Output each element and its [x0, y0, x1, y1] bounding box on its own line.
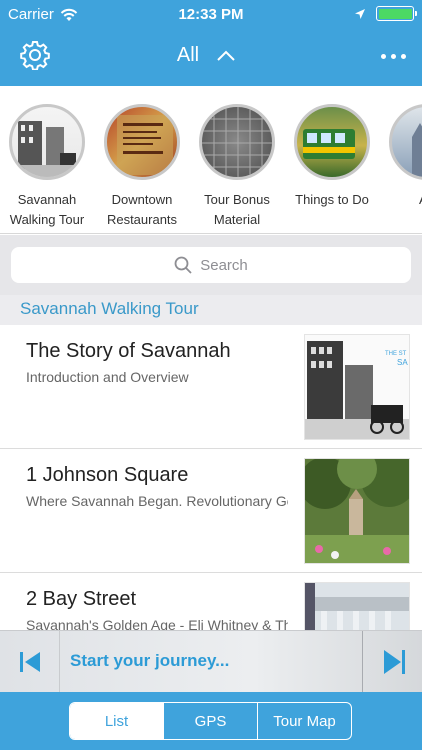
audio-player-bar: Start your journey...	[0, 630, 422, 693]
segment-tour-map[interactable]: Tour Map	[258, 703, 351, 739]
category-item[interactable]: Ab	[379, 104, 422, 210]
skip-back-icon	[20, 652, 40, 672]
list-item[interactable]: 1 Johnson Square Where Savannah Began. R…	[0, 449, 422, 573]
battery-level	[378, 8, 412, 19]
item-subtitle: Introduction and Overview	[26, 369, 189, 385]
next-button[interactable]	[362, 631, 422, 693]
search-placeholder: Search	[200, 256, 248, 274]
category-thumbnail	[389, 104, 422, 180]
top-bar: Carrier 12:33 PM All	[0, 0, 422, 86]
category-thumbnail	[104, 104, 180, 180]
nav-bar: All	[0, 36, 422, 76]
category-item[interactable]: Savannah Walking Tour	[0, 104, 95, 230]
item-title: 1 Johnson Square	[26, 464, 189, 486]
status-right	[354, 6, 417, 21]
battery-icon	[376, 6, 417, 21]
category-thumbnail	[294, 104, 370, 180]
category-item[interactable]: Tour Bonus Material	[189, 104, 285, 230]
category-thumbnail	[9, 104, 85, 180]
segment-list[interactable]: List	[70, 703, 164, 739]
search-input[interactable]: Search	[11, 247, 411, 283]
svg-text:SA: SA	[397, 358, 408, 367]
nav-title-button[interactable]: All	[0, 44, 422, 67]
category-carousel[interactable]: Savannah Walking Tour Downtown Restauran…	[0, 86, 422, 234]
skip-forward-icon	[384, 650, 405, 674]
segment-gps[interactable]: GPS	[164, 703, 258, 739]
location-arrow-icon	[355, 8, 365, 19]
list-item[interactable]: The Story of Savannah Introduction and O…	[0, 325, 422, 449]
category-item[interactable]: Things to Do	[284, 104, 380, 210]
category-thumbnail	[199, 104, 275, 180]
item-thumbnail	[304, 458, 410, 564]
category-label: Savannah Walking Tour	[9, 192, 85, 227]
bottom-bar: List GPS Tour Map	[0, 692, 422, 750]
previous-button[interactable]	[0, 631, 60, 693]
category-label: Ab	[379, 190, 422, 210]
category-label: Tour Bonus Material	[204, 192, 270, 227]
category-item[interactable]: Downtown Restaurants	[94, 104, 190, 230]
nav-title: All	[176, 44, 200, 66]
player-status-text: Start your journey...	[70, 651, 230, 670]
item-title: The Story of Savannah	[26, 340, 231, 362]
search-band: Search	[0, 235, 422, 295]
category-label: Downtown Restaurants	[106, 192, 178, 227]
category-label: Things to Do	[295, 192, 369, 207]
more-icon[interactable]	[381, 54, 406, 59]
section-header: Savannah Walking Tour	[0, 295, 422, 325]
item-thumbnail: THE ST SA	[304, 334, 410, 440]
view-segmented-control[interactable]: List GPS Tour Map	[69, 702, 352, 740]
item-title: 2 Bay Street	[26, 588, 137, 610]
search-icon	[174, 256, 192, 274]
svg-text:THE ST: THE ST	[385, 351, 407, 357]
chevron-up-icon[interactable]	[216, 48, 236, 62]
status-bar: Carrier 12:33 PM	[0, 0, 422, 28]
item-subtitle: Where Savannah Began. Revolutionary Gen	[26, 493, 288, 509]
